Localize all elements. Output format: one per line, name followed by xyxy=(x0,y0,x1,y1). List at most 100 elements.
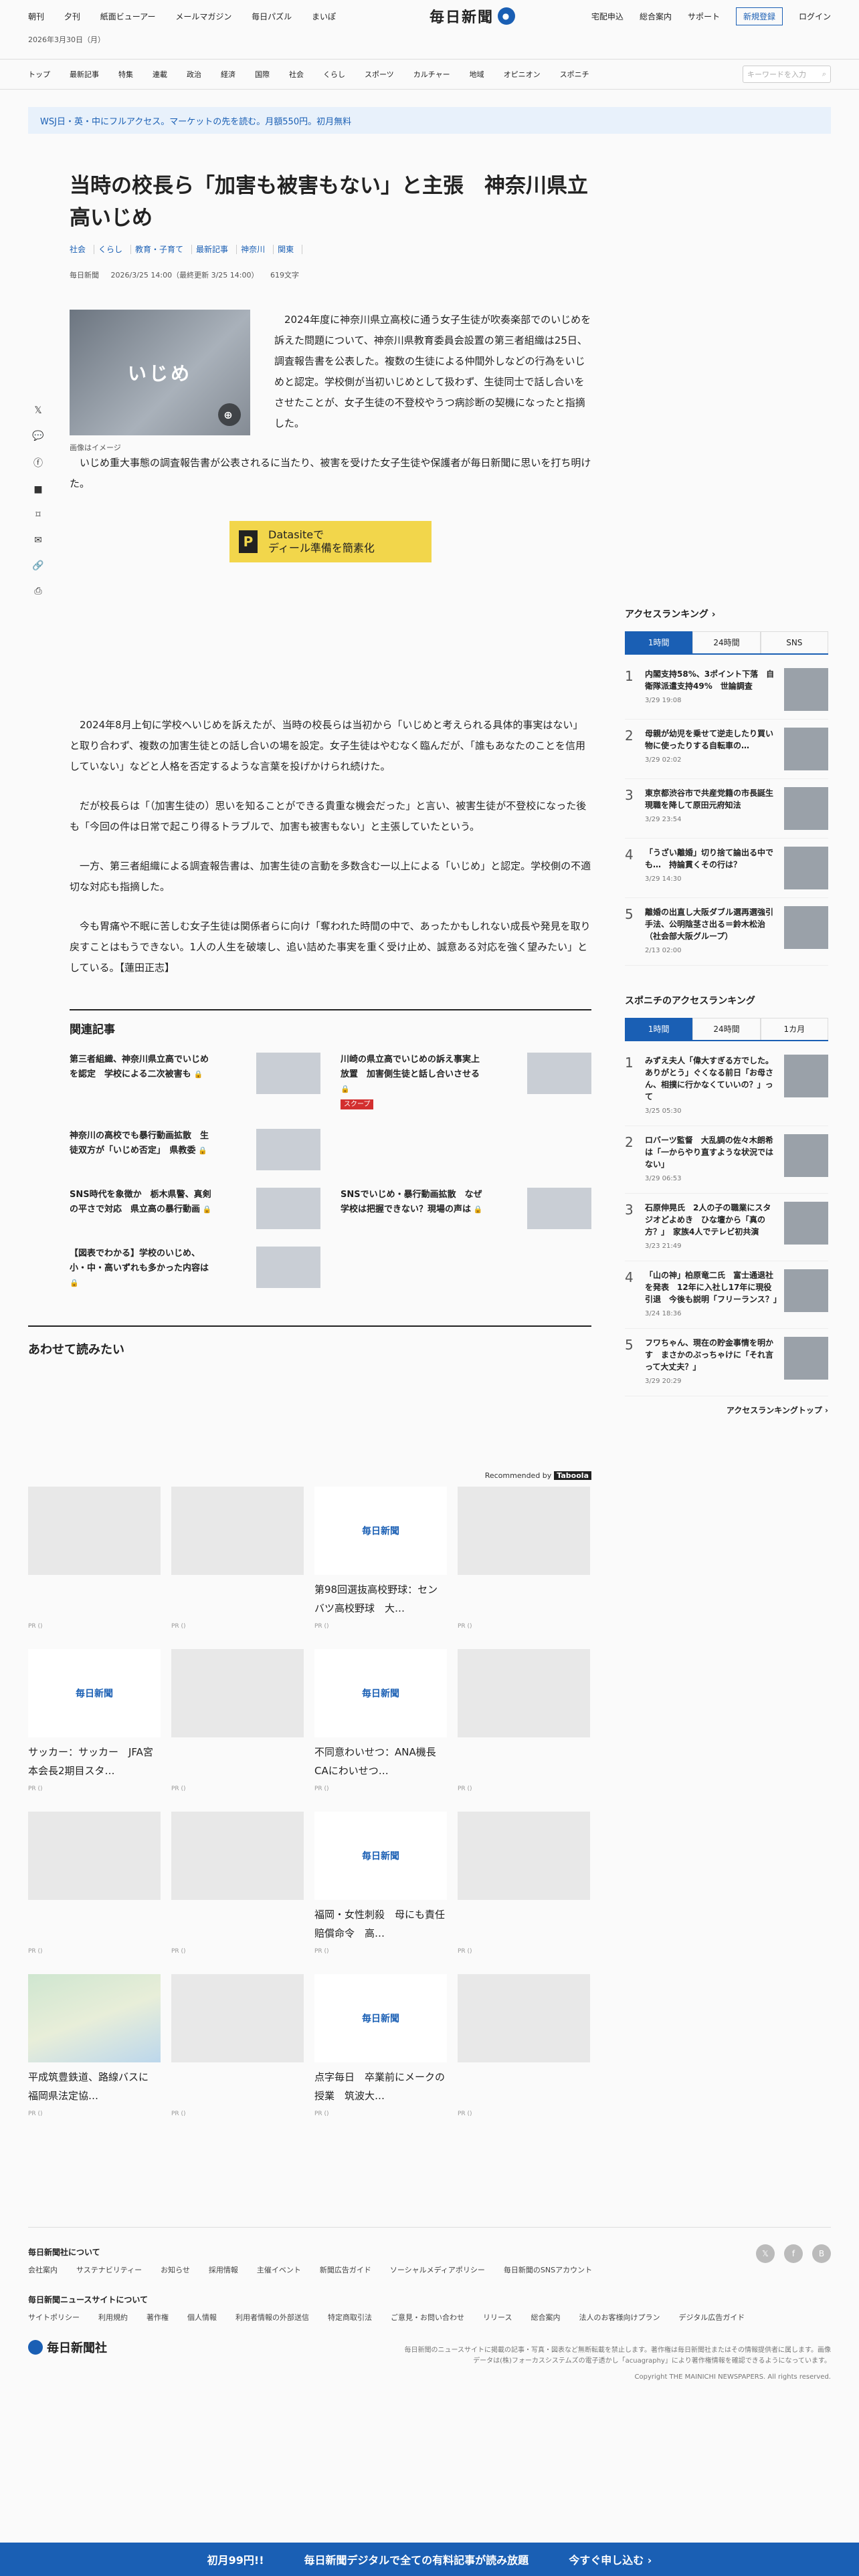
related-thumbnail[interactable] xyxy=(256,1247,320,1288)
ranking-thumbnail[interactable] xyxy=(784,787,828,830)
article-tag[interactable]: くらし xyxy=(98,245,132,254)
facebook-icon[interactable]: f xyxy=(784,2244,803,2263)
top-link[interactable]: 毎日パズル xyxy=(252,12,292,21)
related-item[interactable]: SNSでいじめ・暴行動画拡散 なぜ学校は把握できない？現場の声は 🔒 xyxy=(341,1188,591,1229)
ranking-thumbnail[interactable] xyxy=(784,1134,828,1177)
recommend-thumbnail[interactable] xyxy=(28,1974,161,2062)
info-link[interactable]: 総合案内 xyxy=(640,11,672,22)
search-input[interactable]: キーワードを入力 ⌕ xyxy=(743,66,831,83)
recommend-card[interactable]: PR () xyxy=(171,1974,304,2126)
recommend-card[interactable]: 毎日新聞 第98回選抜高校野球：センバツ高校野球 大… PR () xyxy=(314,1487,447,1638)
nav-item[interactable]: 社会 xyxy=(289,70,304,79)
footer-link[interactable]: お知らせ xyxy=(161,2264,190,2275)
nav-item[interactable]: カルチャー xyxy=(413,70,450,79)
ranking-item[interactable]: 1 内閣支持58%、3ポイント下落 自衛隊派遣支持49% 世論調査 3/29 19:… xyxy=(625,660,828,720)
nav-item[interactable]: 連載 xyxy=(153,70,167,79)
mail-icon[interactable]: ✉ xyxy=(34,535,42,546)
related-thumbnail[interactable] xyxy=(256,1053,320,1094)
recommend-card[interactable]: 平成筑豊鉄道、路線バスに 福岡県法定協… PR () xyxy=(28,1974,161,2126)
footer-link[interactable]: サイトポリシー xyxy=(28,2312,80,2323)
nav-item[interactable]: 政治 xyxy=(187,70,201,79)
x-icon[interactable]: 𝕏 xyxy=(756,2244,775,2263)
recommend-card[interactable]: PR () xyxy=(28,1812,161,1963)
nav-item[interactable]: スポーツ xyxy=(365,70,394,79)
recommend-card[interactable]: PR () xyxy=(458,1487,590,1638)
footer-link[interactable]: ご意見・お問い合わせ xyxy=(391,2312,464,2323)
recommend-thumbnail[interactable]: 毎日新聞 xyxy=(314,1487,447,1575)
recommend-thumbnail[interactable] xyxy=(28,1487,161,1575)
recommend-thumbnail[interactable]: 毎日新聞 xyxy=(314,1974,447,2062)
ranking-tab[interactable]: 1時間 xyxy=(625,1018,693,1040)
nav-item[interactable]: くらし xyxy=(323,70,345,79)
footer-link[interactable]: 会社案内 xyxy=(28,2264,58,2275)
ranking-item[interactable]: 4 「山の神」柏原竜二氏 富士通退社を発表 12年に入社し17年に現役引退 今後も… xyxy=(625,1261,828,1329)
ranking-top-link[interactable]: アクセスランキングトップ › xyxy=(625,1404,828,1416)
article-tag[interactable]: 最新記事 xyxy=(196,245,237,254)
recommend-thumbnail[interactable] xyxy=(171,1487,304,1575)
ranking-item[interactable]: 5 フワちゃん、現在の貯金事情を明かす まさかのぶっちゃけに「それ言って大丈夫？」… xyxy=(625,1329,828,1396)
related-item[interactable]: 川崎の県立高でいじめの訴え事実上放置 加害側生徒と話し合いさせる 🔒 スクープ xyxy=(341,1053,591,1111)
ranking-item[interactable]: 5 離婚の出直し大阪ダブル選再選強引手法、公明陰茎さ出る＝鈴木松治（社会部大阪グル… xyxy=(625,898,828,966)
recommend-card[interactable]: PR () xyxy=(171,1812,304,1963)
nav-item[interactable]: 最新記事 xyxy=(70,70,99,79)
x-icon[interactable]: 𝕏 xyxy=(34,405,41,416)
hatena-icon[interactable]: B xyxy=(812,2244,831,2263)
search-icon[interactable]: ⌕ xyxy=(822,70,826,79)
footer-link[interactable]: 毎日新聞のSNSアカウント xyxy=(504,2264,592,2275)
bookmark-icon[interactable]: ⌑ xyxy=(35,510,40,520)
ranking-heading[interactable]: アクセスランキング › xyxy=(625,607,828,621)
related-item[interactable]: SNS時代を象徴か 栃木県警、真剣の平さで対応 県立高の暴行動画 🔒 xyxy=(70,1188,320,1229)
ranking-thumbnail[interactable] xyxy=(784,906,828,949)
footer-link[interactable]: 個人情報 xyxy=(187,2312,217,2323)
footer-link[interactable]: 著作権 xyxy=(147,2312,169,2323)
footer-link[interactable]: 利用規約 xyxy=(98,2312,128,2323)
recommend-thumbnail[interactable] xyxy=(171,1812,304,1900)
footer-link[interactable]: 法人のお客様向けプラン xyxy=(579,2312,660,2323)
ranking-item[interactable]: 2 母親が幼児を乗せて逆走したり買い物に使ったりする自転車の… 3/29 02:02 xyxy=(625,720,828,779)
footer-link[interactable]: 総合案内 xyxy=(531,2312,560,2323)
zoom-icon[interactable]: ⊕ xyxy=(218,403,241,426)
top-link[interactable]: メールマガジン xyxy=(175,12,231,21)
ranking-thumbnail[interactable] xyxy=(784,1269,828,1312)
delivery-link[interactable]: 宅配申込 xyxy=(591,11,624,22)
recommend-card[interactable]: 毎日新聞 福岡・女性刺殺 母にも責任 賠償命令 高… PR () xyxy=(314,1812,447,1963)
ranking-tab[interactable]: SNS xyxy=(760,631,828,653)
recommend-card[interactable]: PR () xyxy=(458,1974,590,2126)
ranking-tab[interactable]: 24時間 xyxy=(692,1018,761,1040)
promo-banner[interactable]: WSJ日・英・中にフルアクセス。マーケットの先を読む。月額550円。初月無料 xyxy=(28,107,831,134)
site-logo[interactable]: 毎日新聞 ● xyxy=(430,5,515,27)
recommend-thumbnail[interactable] xyxy=(171,1974,304,2062)
footer-link[interactable]: サステナビリティー xyxy=(76,2264,142,2275)
footer-link[interactable]: 特定商取引法 xyxy=(328,2312,372,2323)
recommend-card[interactable]: 毎日新聞 不同意わいせつ：ANA機長 CAにわいせつ… PR () xyxy=(314,1649,447,1801)
comment-icon[interactable]: 💬 xyxy=(32,431,43,441)
related-thumbnail[interactable] xyxy=(256,1129,320,1170)
ranking-thumbnail[interactable] xyxy=(784,668,828,711)
ranking-item[interactable]: 1 みずえ夫人「偉大すぎる方でした。ありがとう」ぐくなる前日「お母さん、相撲に行か… xyxy=(625,1047,828,1126)
nav-item[interactable]: 国際 xyxy=(255,70,270,79)
recommend-card[interactable]: PR () xyxy=(28,1487,161,1638)
footer-link[interactable]: 採用情報 xyxy=(209,2264,238,2275)
nav-item[interactable]: オピニオン xyxy=(504,70,541,79)
ranking-tab[interactable]: 1時間 xyxy=(625,631,693,653)
ranking-thumbnail[interactable] xyxy=(784,1055,828,1097)
nav-item[interactable]: 特集 xyxy=(118,70,133,79)
recommend-thumbnail[interactable]: 毎日新聞 xyxy=(314,1649,447,1737)
recommend-card[interactable]: 毎日新聞 サッカー：サッカー JFA宮本会長2期目スタ… PR () xyxy=(28,1649,161,1801)
recommend-card[interactable]: PR () xyxy=(171,1487,304,1638)
related-item[interactable]: 神奈川の高校でも暴行動画拡散 生徒双方が「いじめ否定」 県教委 🔒 xyxy=(70,1129,320,1170)
taboola-logo[interactable]: Taboola xyxy=(554,1471,591,1480)
top-link[interactable]: 夕刊 xyxy=(64,12,80,21)
article-tag[interactable]: 社会 xyxy=(70,245,95,254)
article-tag[interactable]: 神奈川 xyxy=(241,245,274,254)
footer-link[interactable]: リリース xyxy=(483,2312,512,2323)
related-item[interactable]: 第三者組織、神奈川県立高でいじめを認定 学校による二次被害も 🔒 xyxy=(70,1053,320,1111)
recommend-card[interactable]: 毎日新聞 点字毎日 卒業前にメークの授業 筑波大… PR () xyxy=(314,1974,447,2126)
login-link[interactable]: ログイン xyxy=(799,11,831,22)
recommend-thumbnail[interactable] xyxy=(458,1487,590,1575)
recommend-card[interactable]: PR () xyxy=(458,1649,590,1801)
footer-link[interactable]: 新聞広告ガイド xyxy=(320,2264,371,2275)
related-thumbnail[interactable] xyxy=(256,1188,320,1229)
ranking-tab[interactable]: 24時間 xyxy=(692,631,761,653)
hatena-icon[interactable]: ■ xyxy=(33,484,42,495)
